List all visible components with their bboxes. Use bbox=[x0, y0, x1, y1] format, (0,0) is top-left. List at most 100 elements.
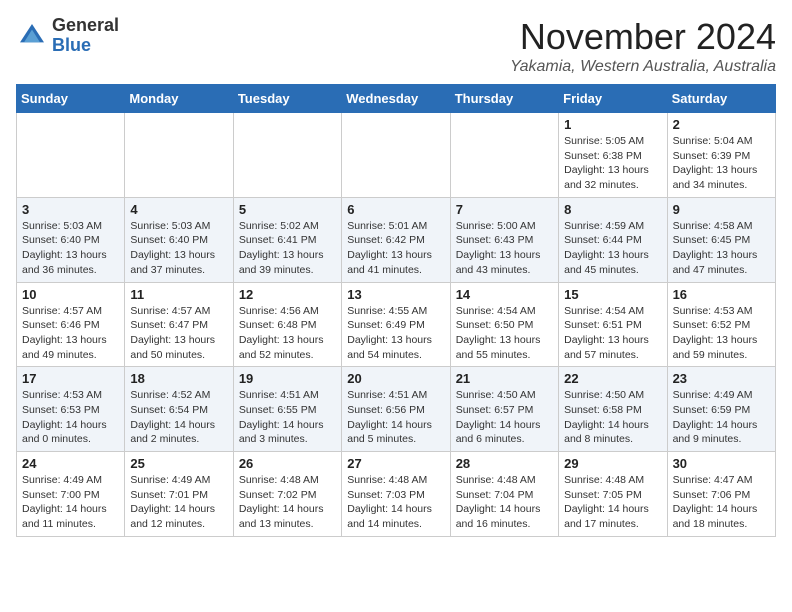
calendar-table: SundayMondayTuesdayWednesdayThursdayFrid… bbox=[16, 84, 776, 537]
calendar-cell: 20Sunrise: 4:51 AMSunset: 6:56 PMDayligh… bbox=[342, 367, 450, 452]
calendar-cell: 30 Sunrise: 4:47 AMSunset: 7:06 PMDayligh… bbox=[667, 452, 775, 537]
day-number: 6 bbox=[347, 202, 444, 217]
calendar-cell: 8 Sunrise: 4:59 AMSunset: 6:44 PMDaylight… bbox=[559, 197, 667, 282]
calendar-cell bbox=[125, 113, 233, 198]
day-number: 22 bbox=[564, 371, 661, 386]
day-number: 21 bbox=[456, 371, 553, 386]
day-info: Sunrise: 4:55 AMSunset: 6:49 PMDaylight:… bbox=[347, 304, 444, 363]
col-header-wednesday: Wednesday bbox=[342, 85, 450, 113]
day-info: Sunrise: 4:48 AMSunset: 7:02 PMDaylight:… bbox=[239, 473, 336, 532]
calendar-cell: 11 Sunrise: 4:57 AMSunset: 6:47 PMDayligh… bbox=[125, 282, 233, 367]
day-info: Sunrise: 4:50 AMSunset: 6:57 PMDaylight:… bbox=[456, 388, 553, 447]
day-number: 14 bbox=[456, 287, 553, 302]
calendar-cell: 15 Sunrise: 4:54 AMSunset: 6:51 PMDayligh… bbox=[559, 282, 667, 367]
day-info: Sunrise: 4:57 AMSunset: 6:46 PMDaylight:… bbox=[22, 304, 119, 363]
day-info: Sunrise: 4:49 AMSunset: 6:59 PMDaylight:… bbox=[673, 388, 770, 447]
day-number: 26 bbox=[239, 456, 336, 471]
day-number: 2 bbox=[673, 117, 770, 132]
day-info: Sunrise: 4:48 AMSunset: 7:05 PMDaylight:… bbox=[564, 473, 661, 532]
day-info: Sunrise: 4:51 AMSunset: 6:55 PMDaylight:… bbox=[239, 388, 336, 447]
day-number: 28 bbox=[456, 456, 553, 471]
calendar-cell: 14 Sunrise: 4:54 AMSunset: 6:50 PMDayligh… bbox=[450, 282, 558, 367]
day-number: 1 bbox=[564, 117, 661, 132]
calendar-cell: 29 Sunrise: 4:48 AMSunset: 7:05 PMDayligh… bbox=[559, 452, 667, 537]
day-number: 20 bbox=[347, 371, 444, 386]
calendar-cell: 27Sunrise: 4:48 AMSunset: 7:03 PMDayligh… bbox=[342, 452, 450, 537]
calendar-cell: 2 Sunrise: 5:04 AMSunset: 6:39 PMDaylight… bbox=[667, 113, 775, 198]
day-number: 5 bbox=[239, 202, 336, 217]
calendar-cell bbox=[342, 113, 450, 198]
day-number: 27 bbox=[347, 456, 444, 471]
day-number: 23 bbox=[673, 371, 770, 386]
day-number: 3 bbox=[22, 202, 119, 217]
day-info: Sunrise: 4:48 AMSunset: 7:04 PMDaylight:… bbox=[456, 473, 553, 532]
calendar-cell: 9 Sunrise: 4:58 AMSunset: 6:45 PMDaylight… bbox=[667, 197, 775, 282]
day-number: 13 bbox=[347, 287, 444, 302]
day-info: Sunrise: 4:53 AMSunset: 6:52 PMDaylight:… bbox=[673, 304, 770, 363]
logo: General Blue bbox=[16, 16, 119, 56]
day-info: Sunrise: 4:47 AMSunset: 7:06 PMDaylight:… bbox=[673, 473, 770, 532]
day-info: Sunrise: 4:52 AMSunset: 6:54 PMDaylight:… bbox=[130, 388, 227, 447]
location-text: Yakamia, Western Australia, Australia bbox=[510, 58, 776, 76]
day-info: Sunrise: 5:01 AMSunset: 6:42 PMDaylight:… bbox=[347, 219, 444, 278]
calendar-cell: 13 Sunrise: 4:55 AMSunset: 6:49 PMDayligh… bbox=[342, 282, 450, 367]
day-info: Sunrise: 4:56 AMSunset: 6:48 PMDaylight:… bbox=[239, 304, 336, 363]
day-info: Sunrise: 5:02 AMSunset: 6:41 PMDaylight:… bbox=[239, 219, 336, 278]
day-info: Sunrise: 4:53 AMSunset: 6:53 PMDaylight:… bbox=[22, 388, 119, 447]
calendar-week-3: 10 Sunrise: 4:57 AMSunset: 6:46 PMDayligh… bbox=[17, 282, 776, 367]
day-info: Sunrise: 4:59 AMSunset: 6:44 PMDaylight:… bbox=[564, 219, 661, 278]
day-number: 11 bbox=[130, 287, 227, 302]
day-info: Sunrise: 5:04 AMSunset: 6:39 PMDaylight:… bbox=[673, 134, 770, 193]
calendar-cell: 3 Sunrise: 5:03 AMSunset: 6:40 PMDaylight… bbox=[17, 197, 125, 282]
col-header-sunday: Sunday bbox=[17, 85, 125, 113]
day-number: 4 bbox=[130, 202, 227, 217]
page-header: General Blue November 2024 Yakamia, West… bbox=[16, 16, 776, 76]
day-number: 17 bbox=[22, 371, 119, 386]
day-info: Sunrise: 4:49 AMSunset: 7:01 PMDaylight:… bbox=[130, 473, 227, 532]
day-info: Sunrise: 5:05 AMSunset: 6:38 PMDaylight:… bbox=[564, 134, 661, 193]
day-number: 8 bbox=[564, 202, 661, 217]
calendar-cell: 28 Sunrise: 4:48 AMSunset: 7:04 PMDayligh… bbox=[450, 452, 558, 537]
calendar-cell: 16 Sunrise: 4:53 AMSunset: 6:52 PMDayligh… bbox=[667, 282, 775, 367]
calendar-cell: 18 Sunrise: 4:52 AMSunset: 6:54 PMDayligh… bbox=[125, 367, 233, 452]
calendar-cell: 17 Sunrise: 4:53 AMSunset: 6:53 PMDayligh… bbox=[17, 367, 125, 452]
day-number: 12 bbox=[239, 287, 336, 302]
day-number: 24 bbox=[22, 456, 119, 471]
calendar-cell: 6 Sunrise: 5:01 AMSunset: 6:42 PMDaylight… bbox=[342, 197, 450, 282]
col-header-monday: Monday bbox=[125, 85, 233, 113]
day-number: 7 bbox=[456, 202, 553, 217]
calendar-cell: 23 Sunrise: 4:49 AMSunset: 6:59 PMDayligh… bbox=[667, 367, 775, 452]
calendar-cell: 24 Sunrise: 4:49 AMSunset: 7:00 PMDayligh… bbox=[17, 452, 125, 537]
calendar-week-5: 24 Sunrise: 4:49 AMSunset: 7:00 PMDayligh… bbox=[17, 452, 776, 537]
day-number: 30 bbox=[673, 456, 770, 471]
calendar-cell: 7Sunrise: 5:00 AMSunset: 6:43 PMDaylight… bbox=[450, 197, 558, 282]
col-header-thursday: Thursday bbox=[450, 85, 558, 113]
day-info: Sunrise: 4:58 AMSunset: 6:45 PMDaylight:… bbox=[673, 219, 770, 278]
calendar-cell: 21 Sunrise: 4:50 AMSunset: 6:57 PMDayligh… bbox=[450, 367, 558, 452]
col-header-tuesday: Tuesday bbox=[233, 85, 341, 113]
calendar-cell: 26 Sunrise: 4:48 AMSunset: 7:02 PMDayligh… bbox=[233, 452, 341, 537]
day-info: Sunrise: 4:50 AMSunset: 6:58 PMDaylight:… bbox=[564, 388, 661, 447]
day-number: 10 bbox=[22, 287, 119, 302]
title-block: November 2024 Yakamia, Western Australia… bbox=[510, 16, 776, 76]
calendar-cell bbox=[233, 113, 341, 198]
calendar-week-2: 3 Sunrise: 5:03 AMSunset: 6:40 PMDaylight… bbox=[17, 197, 776, 282]
day-number: 15 bbox=[564, 287, 661, 302]
calendar-cell bbox=[17, 113, 125, 198]
col-header-saturday: Saturday bbox=[667, 85, 775, 113]
day-info: Sunrise: 4:57 AMSunset: 6:47 PMDaylight:… bbox=[130, 304, 227, 363]
day-number: 9 bbox=[673, 202, 770, 217]
day-number: 16 bbox=[673, 287, 770, 302]
day-number: 25 bbox=[130, 456, 227, 471]
col-header-friday: Friday bbox=[559, 85, 667, 113]
day-info: Sunrise: 4:54 AMSunset: 6:50 PMDaylight:… bbox=[456, 304, 553, 363]
day-number: 18 bbox=[130, 371, 227, 386]
day-info: Sunrise: 5:03 AMSunset: 6:40 PMDaylight:… bbox=[22, 219, 119, 278]
day-info: Sunrise: 4:49 AMSunset: 7:00 PMDaylight:… bbox=[22, 473, 119, 532]
day-info: Sunrise: 4:54 AMSunset: 6:51 PMDaylight:… bbox=[564, 304, 661, 363]
logo-blue-text: Blue bbox=[52, 36, 119, 56]
day-number: 29 bbox=[564, 456, 661, 471]
calendar-cell: 19 Sunrise: 4:51 AMSunset: 6:55 PMDayligh… bbox=[233, 367, 341, 452]
calendar-cell: 22 Sunrise: 4:50 AMSunset: 6:58 PMDayligh… bbox=[559, 367, 667, 452]
day-number: 19 bbox=[239, 371, 336, 386]
